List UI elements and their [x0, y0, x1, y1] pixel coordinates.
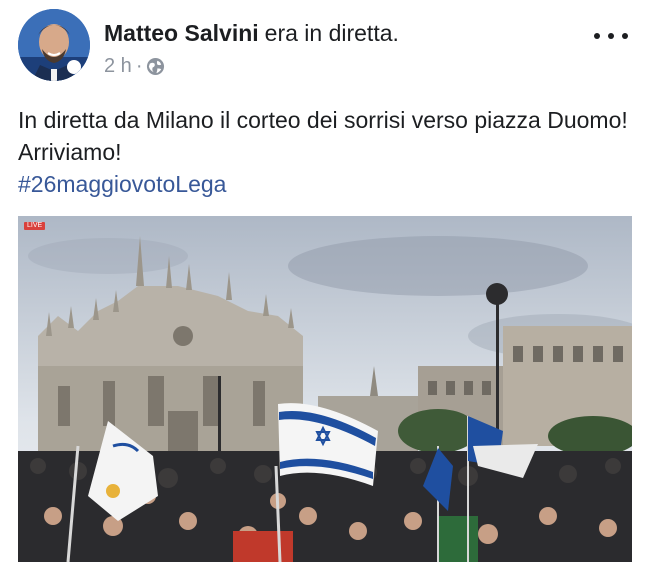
post-video[interactable]: LIVE [18, 216, 632, 562]
facebook-post: Matteo Salvini era in diretta. 2 h · In d… [0, 0, 650, 562]
globe-icon[interactable] [146, 57, 165, 76]
more-options-button[interactable] [594, 24, 628, 48]
meta-separator: · [135, 55, 143, 77]
author-action: era in diretta. [264, 20, 399, 46]
post-message: In diretta da Milano il corteo dei sorri… [18, 107, 628, 165]
live-badge: LIVE [24, 222, 46, 230]
post-body: In diretta da Milano il corteo dei sorri… [18, 104, 628, 200]
post-timestamp[interactable]: 2 h [104, 55, 132, 78]
ellipsis-icon [594, 33, 600, 39]
avatar[interactable] [18, 9, 90, 81]
author-name[interactable]: Matteo Salvini [104, 20, 259, 46]
hashtag-link[interactable]: #26maggiovotoLega [18, 168, 628, 200]
post-meta: 2 h · [104, 55, 165, 78]
post-header-title: Matteo Salvini era in diretta. [104, 20, 399, 47]
